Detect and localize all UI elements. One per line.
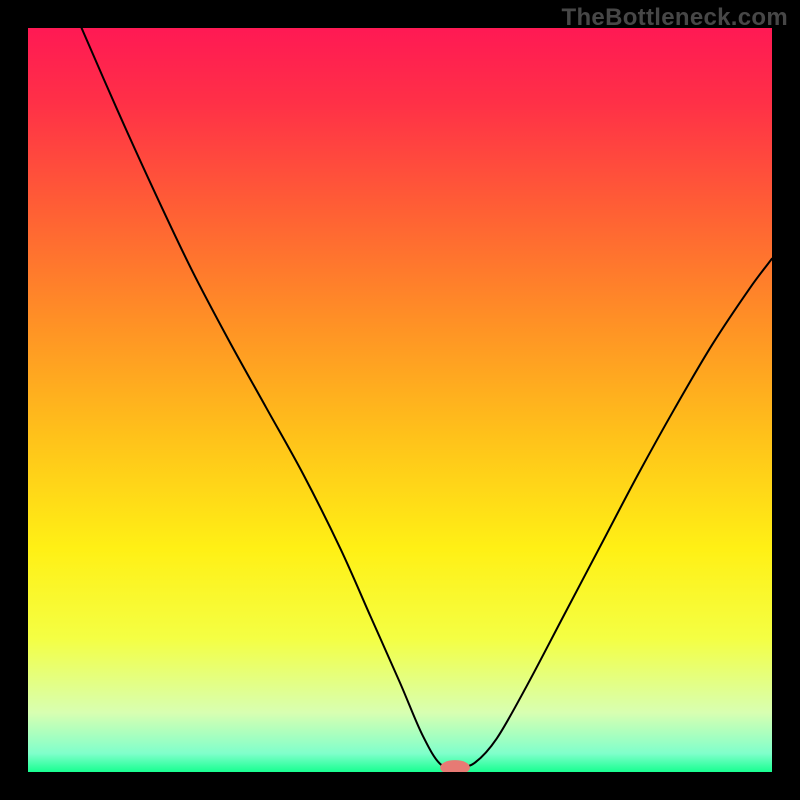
chart-frame: TheBottleneck.com xyxy=(0,0,800,800)
watermark-text: TheBottleneck.com xyxy=(562,4,788,32)
optimum-marker xyxy=(440,760,470,772)
plot-area xyxy=(28,28,772,772)
curve-layer xyxy=(28,28,772,772)
bottleneck-curve xyxy=(82,28,772,767)
